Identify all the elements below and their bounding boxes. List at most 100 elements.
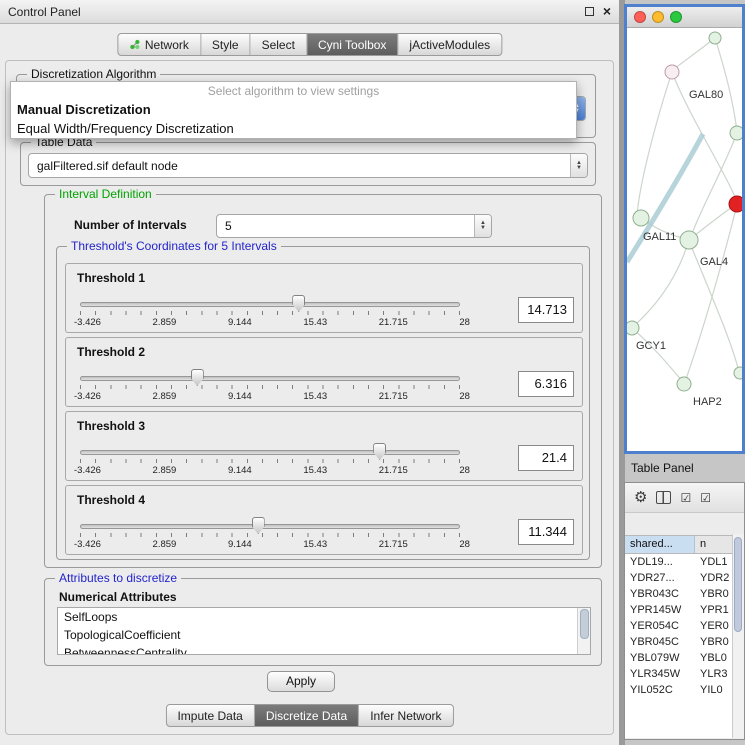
combo-value: galFiltered.sif default node [29,159,570,173]
float-window-icon[interactable] [585,7,594,16]
attribute-list-item[interactable]: SelfLoops [58,608,590,626]
network-node[interactable] [734,367,742,379]
table-cell[interactable]: YBR045C [625,634,695,650]
table-row[interactable]: YPR145WYPR1 [625,602,744,618]
threshold-2-value-field[interactable]: 6.316 [518,371,574,397]
tab-impute-data[interactable]: Impute Data [166,705,254,726]
table-row[interactable]: YER054CYER0 [625,618,744,634]
slider-track[interactable] [80,376,460,381]
tab-label: Discretize Data [266,709,347,723]
network-node-gal11[interactable] [633,210,649,226]
table-cell[interactable]: YLR345W [625,666,695,682]
network-canvas[interactable]: GAL80 GAL11 GAL4 GCY1 HAP2 [627,28,742,451]
table-row[interactable]: YDL19...YDL1 [625,554,744,570]
number-of-intervals-combobox[interactable]: 5 ▲ ▼ [216,214,492,238]
network-node-gcy1[interactable] [627,321,639,335]
table-vertical-scrollbar[interactable] [732,534,744,738]
tab-discretize-data[interactable]: Discretize Data [255,705,359,726]
tab-network[interactable]: Network [118,34,201,55]
slider-track[interactable] [80,524,460,529]
checkbox-icon[interactable]: ☑ [700,492,711,504]
threshold-2-panel: Threshold 2 -3.4262.8599.14415.4321.7152… [65,337,583,407]
scale-tick-label: 2.859 [153,317,177,328]
slider-track[interactable] [80,450,460,455]
node-label: HAP2 [693,396,722,408]
table-cell[interactable]: YPR145W [625,602,695,618]
scale-tick-label: 28 [459,465,470,476]
threshold-1-value-field[interactable]: 14.713 [518,297,574,323]
table-cell[interactable]: YDL19... [625,554,695,570]
zoom-traffic-icon[interactable] [670,11,682,23]
slider-thumb[interactable] [292,295,305,312]
combo-stepper-icon[interactable]: ▲ ▼ [474,215,491,237]
minimize-traffic-icon[interactable] [652,11,664,23]
slider-ticks [80,533,460,537]
tab-cyni-toolbox[interactable]: Cyni Toolbox [307,34,398,55]
scale-tick-label: 21.715 [379,465,408,476]
dropdown-option-equal-width-frequency[interactable]: Equal Width/Frequency Discretization [11,119,576,138]
table-row[interactable]: YBL079WYBL0 [625,650,744,666]
table-cell[interactable]: YBR043C [625,586,695,602]
list-scrollbar[interactable] [577,608,590,654]
table-panel: ⚙ ☑ ☑ shared... n YDL19...YDL1YDR27...YD… [624,482,745,740]
network-node[interactable] [709,32,721,44]
columns-icon[interactable] [656,491,671,504]
screen: Control Panel × Network Style Select Cyn… [0,0,745,745]
threshold-2-slider[interactable]: -3.4262.8599.14415.4321.71528 [80,374,460,406]
scale-tick-label: 2.859 [153,465,177,476]
group-label: Discretization Algorithm [27,67,160,82]
table-row[interactable]: YLR345WYLR3 [625,666,744,682]
table-row[interactable]: YBR043CYBR0 [625,586,744,602]
table-row[interactable]: YDR27...YDR2 [625,570,744,586]
network-node[interactable] [730,126,742,140]
traffic-lights [634,11,682,23]
slider-thumb[interactable] [373,443,386,460]
tab-label: Style [212,38,239,52]
slider-thumb[interactable] [252,517,265,534]
network-node-hap2[interactable] [677,377,691,391]
table-data-combobox[interactable]: galFiltered.sif default node ▲ ▼ [28,153,588,178]
tab-jactivemodules[interactable]: jActiveModules [398,34,501,55]
gear-icon[interactable]: ⚙ [634,490,647,505]
attribute-list-item[interactable]: TopologicalCoefficient [58,626,590,644]
close-icon[interactable]: × [603,4,611,18]
combo-stepper-icon[interactable]: ▲ ▼ [570,154,587,177]
node-label: GAL11 [643,231,676,243]
dropdown-option-manual-discretization[interactable]: Manual Discretization [11,100,576,119]
table-cell[interactable]: YDR27... [625,570,695,586]
network-node-gal80[interactable] [665,65,679,79]
threshold-label: Threshold 1 [77,271,145,285]
table-cell[interactable]: YIL052C [625,682,695,698]
scale-tick-label: 2.859 [153,391,177,402]
network-node-gal4[interactable] [680,231,698,249]
tab-select[interactable]: Select [251,34,307,55]
tab-infer-network[interactable]: Infer Network [359,705,452,726]
apply-button[interactable]: Apply [267,671,335,692]
table-row[interactable]: YBR045CYBR0 [625,634,744,650]
table-cell[interactable]: YBL079W [625,650,695,666]
slider-track[interactable] [80,302,460,307]
attribute-items: SelfLoopsTopologicalCoefficientBetweenne… [58,608,590,655]
scale-tick-label: 28 [459,391,470,402]
threshold-3-value-field[interactable]: 21.4 [518,445,574,471]
scale-tick-label: -3.426 [74,317,101,328]
threshold-1-slider[interactable]: -3.4262.8599.14415.4321.71528 [80,300,460,332]
scrollbar-thumb[interactable] [734,537,742,632]
tab-style[interactable]: Style [201,34,251,55]
number-of-intervals-label: Number of Intervals [74,218,187,232]
control-panel-titlebar: Control Panel × [0,0,619,24]
threshold-4-slider[interactable]: -3.4262.8599.14415.4321.71528 [80,522,460,554]
numerical-attributes-label: Numerical Attributes [59,590,177,604]
scrollbar-thumb[interactable] [580,609,589,639]
table-cell[interactable]: YER054C [625,618,695,634]
slider-thumb[interactable] [191,369,204,386]
close-traffic-icon[interactable] [634,11,646,23]
checkbox-icon[interactable]: ☑ [680,492,691,504]
threshold-4-value-field[interactable]: 11.344 [518,519,574,545]
table-body: YDL19...YDL1YDR27...YDR2YBR043CYBR0YPR14… [625,554,744,738]
selected-red-node[interactable] [729,196,742,212]
threshold-3-slider[interactable]: -3.4262.8599.14415.4321.71528 [80,448,460,480]
attribute-list-item[interactable]: BetweennessCentrality [58,644,590,655]
column-header-shared-name[interactable]: shared... [625,536,695,553]
table-row[interactable]: YIL052CYIL0 [625,682,744,698]
